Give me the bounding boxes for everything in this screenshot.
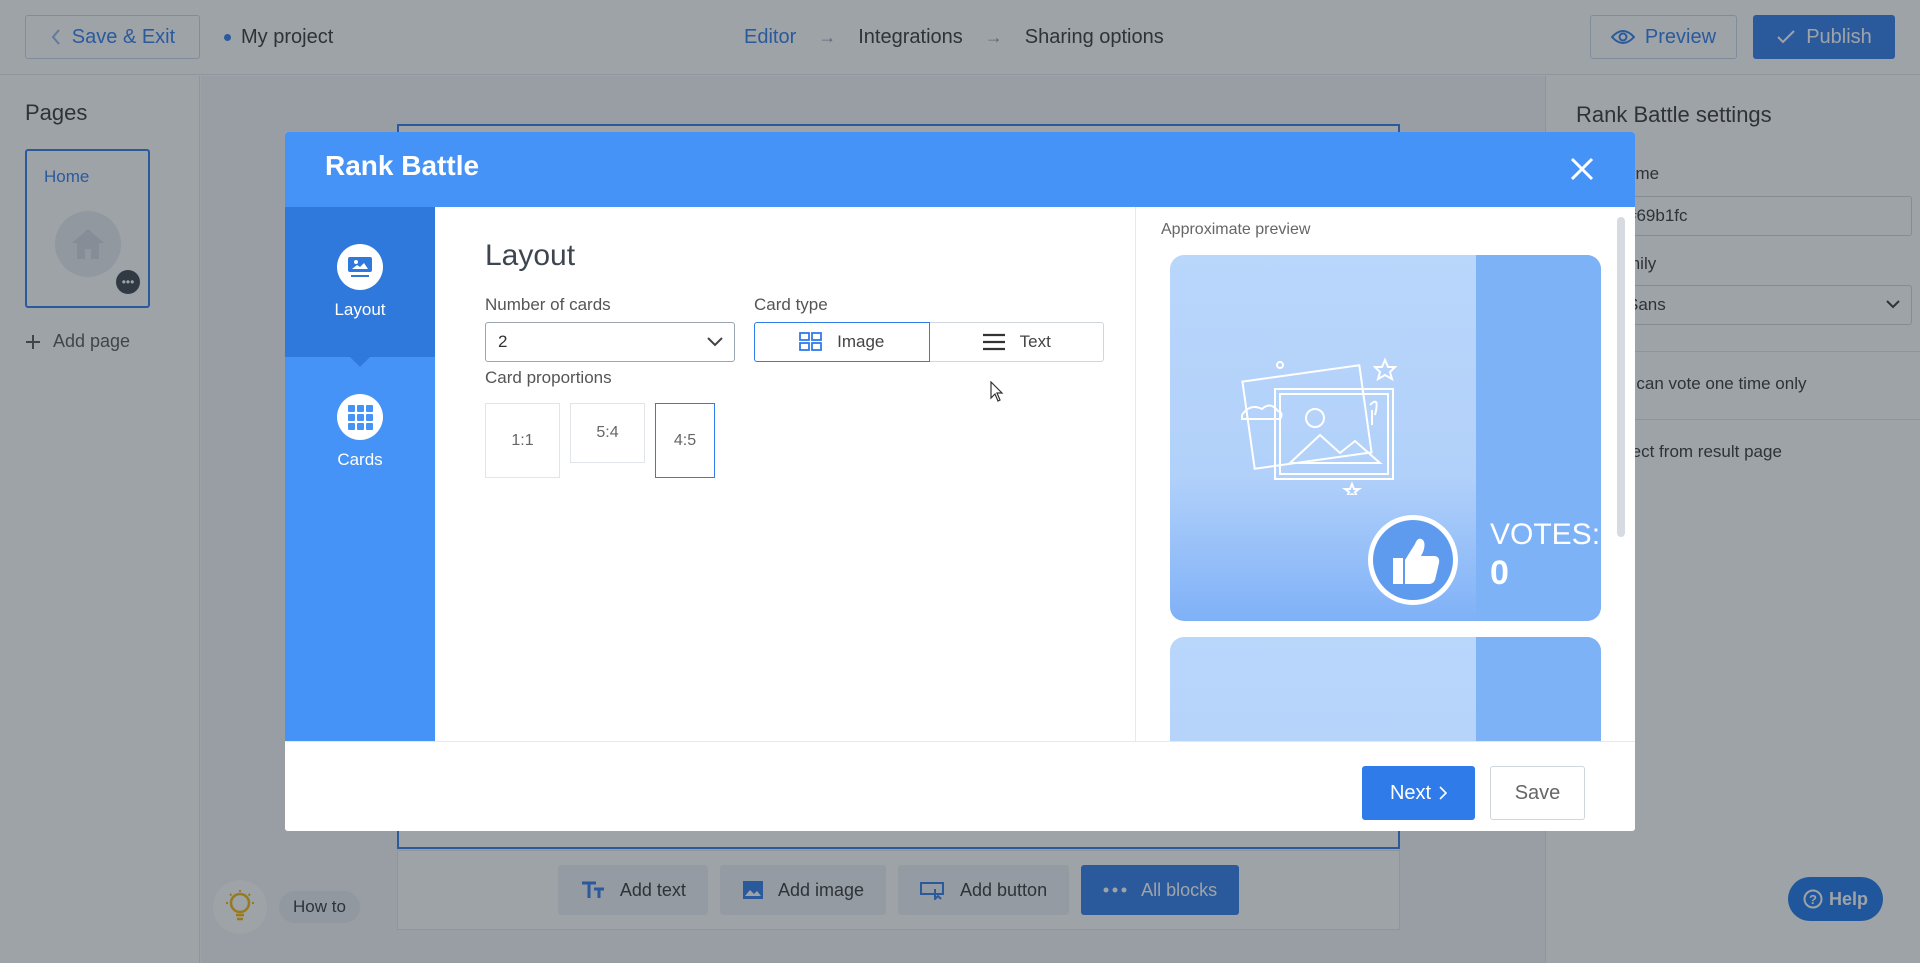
card-type-toggle: Image Text [754,322,1104,362]
proportion-4-5-option[interactable]: 4:5 [655,403,715,478]
card-type-label: Card type [754,295,828,314]
tab-cards-label: Cards [337,450,383,469]
layout-icon [337,244,383,290]
save-button[interactable]: Save [1490,766,1585,820]
card-type-image-label: Image [837,332,885,351]
next-label: Next [1389,781,1432,804]
card-type-text-button[interactable]: Text [929,322,1104,362]
rank-battle-modal: Rank Battle Layout Cards Layout Number o… [285,132,1635,831]
votes-counter: VOTES: 0 [1490,517,1600,594]
mouse-cursor-icon [990,381,1004,402]
layout-settings: Layout Number of cards 2 Card type Image… [435,207,1135,741]
proportion-1-1-option[interactable]: 1:1 [485,403,560,478]
grid-icon [337,394,383,440]
card-proportions-label: Card proportions [485,368,612,387]
image-placeholder-icon [1241,357,1398,495]
tab-layout-label: Layout [334,300,386,319]
votes-label: VOTES: [1490,518,1601,551]
preview-card: VOTES: 0 [1170,255,1601,621]
modal-footer: Next Save [285,741,1635,831]
chevron-right-icon [1439,786,1448,800]
section-title: Layout [485,239,576,272]
modal-title: Rank Battle [325,150,480,181]
card-type-text-label: Text [1019,332,1051,351]
number-of-cards-value: 2 [498,332,508,351]
card-type-image-button[interactable]: Image [754,322,930,362]
votes-value: 0 [1490,554,1509,592]
preview-scrollbar[interactable] [1617,217,1625,537]
thumbs-up-icon [1368,515,1458,605]
next-button[interactable]: Next [1362,766,1475,820]
proportion-5-4-option[interactable]: 5:4 [570,403,645,463]
number-of-cards-label: Number of cards [485,295,611,314]
modal-header: Rank Battle [285,132,1635,207]
text-lines-icon [982,333,1005,351]
number-of-cards-select[interactable]: 2 [485,322,735,362]
tab-layout[interactable]: Layout [285,207,435,367]
chevron-down-icon [707,337,723,347]
approximate-preview-panel: Approximate preview VOTES: 0 [1135,207,1635,741]
close-icon[interactable] [1567,154,1597,184]
preview-card-second [1170,637,1601,741]
grid-layout-icon [799,332,823,351]
preview-label: Approximate preview [1161,221,1311,238]
modal-sidebar: Layout Cards [285,207,435,741]
tab-cards[interactable]: Cards [285,357,435,507]
card-votes-strip [1476,637,1601,741]
